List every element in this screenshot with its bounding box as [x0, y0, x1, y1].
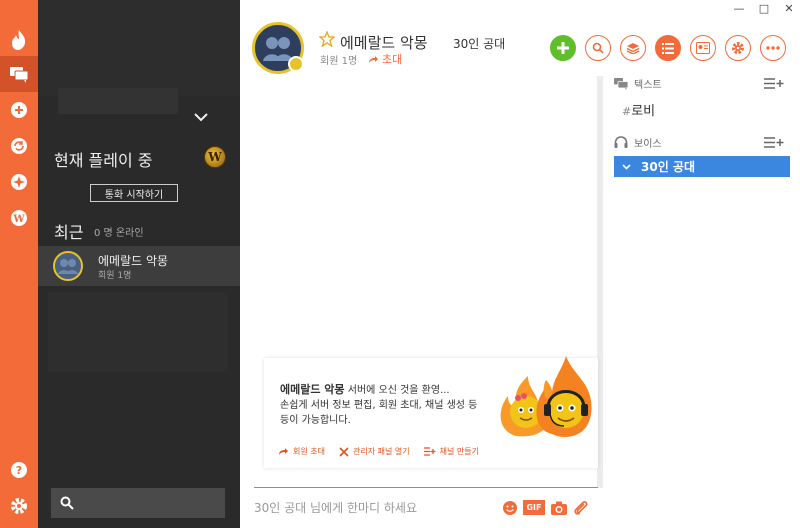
- camera-icon[interactable]: [550, 500, 568, 516]
- voice-channel-selected[interactable]: 30인 공대: [614, 156, 790, 177]
- add-list-icon: [423, 447, 436, 456]
- text-channel-label: 로비: [631, 104, 656, 119]
- welcome-message: 에메랄드 악몽 서버에 오신 것을 환영... 손쉽게 서버 정보 편집, 회원…: [280, 382, 480, 428]
- add-icon: [557, 42, 569, 54]
- welcome-line3: 등이 가능합니다.: [280, 415, 351, 426]
- sidebar-empty-area: [48, 292, 228, 372]
- welcome-server-name: 에메랄드 악몽: [280, 383, 345, 396]
- text-channel-lobby[interactable]: #로비: [622, 100, 655, 119]
- welcome-admin-link[interactable]: 관리자 패널 열기: [339, 446, 410, 457]
- recent-title: 최근: [54, 223, 84, 242]
- add-text-channel-icon[interactable]: [764, 78, 784, 89]
- list-icon: [662, 42, 674, 54]
- invite-link[interactable]: 초대: [368, 51, 402, 67]
- flame-mascot-icon: [500, 356, 592, 437]
- gif-button[interactable]: GIF: [523, 500, 545, 515]
- recent-server-members: 회원 1명: [98, 271, 132, 281]
- app-window: W ? 현재 플레이 중 W 통화 시작하기 최근 0 명 온라인 에메랄드 악…: [0, 0, 800, 528]
- recent-server-item[interactable]: 에메랄드 악몽 회원 1명: [38, 246, 240, 286]
- gear-icon: [732, 42, 744, 54]
- chevron-down-icon: [622, 163, 631, 170]
- welcome-create-channel-label: 채널 만들기: [439, 447, 479, 456]
- share-arrow-icon: [279, 448, 288, 455]
- welcome-create-channel-link[interactable]: 채널 만들기: [423, 446, 479, 457]
- voice-category-label: 보이스: [634, 139, 662, 150]
- more-button[interactable]: [760, 35, 786, 61]
- chat-bubble-icon: [614, 77, 628, 90]
- rail-sync-button[interactable]: [0, 128, 38, 164]
- message-input[interactable]: [254, 498, 504, 518]
- current-channel-name: 30인 공대: [453, 37, 506, 51]
- welcome-actions: 회원 초대 관리자 패널 열기 채널 만들기: [278, 446, 479, 457]
- member-list-button[interactable]: [690, 35, 716, 61]
- sidebar: 현재 플레이 중 W 통화 시작하기 최근 0 명 온라인 에메랄드 악몽 회원…: [38, 0, 240, 528]
- start-call-button[interactable]: 통화 시작하기: [90, 184, 178, 202]
- invite-label: 초대: [382, 53, 403, 66]
- chevron-down-icon[interactable]: [194, 112, 208, 122]
- rail-compass-button[interactable]: [0, 164, 38, 200]
- wow-game-icon[interactable]: W: [204, 146, 226, 168]
- group-icon: [58, 259, 78, 274]
- attachment-icon[interactable]: [573, 500, 589, 516]
- star-icon[interactable]: [319, 31, 335, 47]
- welcome-invite-link[interactable]: 회원 초대: [278, 446, 325, 457]
- message-input-divider: [254, 487, 598, 488]
- minimize-button[interactable]: —: [732, 2, 746, 15]
- recent-online-count: 0 명 온라인: [94, 228, 144, 239]
- welcome-admin-label: 관리자 패널 열기: [352, 447, 410, 456]
- text-category: 텍스트: [614, 76, 662, 91]
- member-card-icon: [696, 42, 710, 54]
- flame-logo-icon[interactable]: [0, 20, 38, 60]
- server-avatar: [53, 251, 83, 281]
- profile-placeholder: [58, 88, 178, 114]
- search-button[interactable]: [585, 35, 611, 61]
- more-icon: [766, 46, 780, 50]
- server-name: 에메랄드 악몽: [340, 34, 428, 52]
- settings-gear-icon[interactable]: [0, 488, 38, 524]
- rail-add-server-button[interactable]: [0, 92, 38, 128]
- layers-icon: [626, 43, 640, 54]
- hash-icon: #: [622, 105, 632, 118]
- owner-badge-icon: [288, 56, 304, 72]
- add-voice-channel-icon[interactable]: [764, 137, 784, 148]
- svg-text:?: ?: [16, 464, 22, 477]
- add-button[interactable]: [550, 35, 576, 61]
- close-button[interactable]: ✕: [782, 2, 796, 15]
- search-icon: [60, 496, 74, 510]
- recent-server-name: 에메랄드 악몽: [98, 254, 169, 268]
- member-count: 회원 1명: [320, 56, 358, 67]
- voice-channel-label: 30인 공대: [641, 160, 695, 174]
- channel-list-button[interactable]: [655, 35, 681, 61]
- text-category-label: 텍스트: [634, 80, 662, 91]
- headset-icon: [614, 136, 628, 148]
- now-playing-title: 현재 플레이 중: [54, 151, 153, 170]
- welcome-invite-label: 회원 초대: [293, 447, 325, 456]
- sidebar-search-input[interactable]: [51, 488, 225, 518]
- tools-icon: [339, 446, 349, 457]
- welcome-line2: 손쉽게 서버 정보 편집, 회원 초대, 채널 생성 등: [280, 400, 478, 411]
- svg-text:W: W: [12, 214, 25, 225]
- maximize-button[interactable]: □: [757, 2, 771, 15]
- voice-category: 보이스: [614, 135, 662, 150]
- nav-rail: W ?: [0, 0, 38, 528]
- rail-chat-button[interactable]: [0, 56, 38, 92]
- layers-button[interactable]: [620, 35, 646, 61]
- emoji-icon[interactable]: [502, 500, 518, 516]
- channel-panel: 텍스트 #로비 보이스 30인 공대: [610, 70, 800, 528]
- share-arrow-icon: [369, 55, 378, 63]
- help-icon[interactable]: ?: [0, 452, 38, 488]
- rail-wow-button[interactable]: W: [0, 200, 38, 236]
- server-avatar-large[interactable]: [252, 22, 304, 74]
- search-icon: [592, 42, 604, 54]
- welcome-card: 에메랄드 악몽 서버에 오신 것을 환영... 손쉽게 서버 정보 편집, 회원…: [264, 356, 598, 468]
- main-panel: — □ ✕ 에메랄드 악몽 30인 공대 회원 1명 초대 에메랄드 악몽 서버…: [240, 0, 800, 528]
- sidebar-profile-area: [38, 0, 240, 96]
- server-settings-button[interactable]: [725, 35, 751, 61]
- welcome-line1: 서버에 오신 것을 환영...: [344, 385, 450, 396]
